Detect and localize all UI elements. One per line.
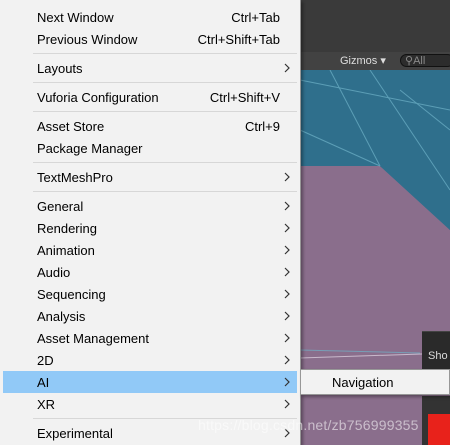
chevron-right-icon — [284, 289, 290, 299]
menu-item-textmeshpro[interactable]: TextMeshPro — [3, 166, 297, 188]
chevron-right-icon — [284, 333, 290, 343]
search-placeholder: All — [413, 55, 426, 67]
menu-item-shortcut: Ctrl+Shift+V — [209, 90, 280, 105]
menu-separator — [33, 111, 297, 112]
menu-item-xr[interactable]: XR — [3, 393, 297, 415]
menu-item-label: Analysis — [37, 309, 86, 324]
menu-item-shortcut: Ctrl+Tab — [231, 10, 280, 25]
menu-item-next-window[interactable]: Next Window Ctrl+Tab — [3, 6, 297, 28]
chevron-right-icon — [284, 355, 290, 365]
menu-item-label: Layouts — [37, 61, 83, 76]
chevron-right-icon — [284, 172, 290, 182]
menu-item-navigation[interactable]: Navigation — [304, 372, 448, 392]
panel-label: Sho — [428, 350, 448, 362]
menu-item-shortcut: Ctrl+Shift+Tab — [197, 32, 280, 47]
red-object — [428, 414, 450, 445]
menu-item-label: XR — [37, 397, 56, 412]
menu-item-label: Asset Store — [37, 119, 105, 134]
menu-item-label: Audio — [37, 265, 71, 280]
menu-item-general[interactable]: General — [3, 195, 297, 217]
menu-item-label: General — [37, 199, 84, 214]
chevron-right-icon — [284, 245, 290, 255]
menu-item-label: Experimental — [37, 426, 113, 441]
chevron-right-icon — [284, 377, 290, 387]
chevron-right-icon — [284, 201, 290, 211]
menu-item-package-manager[interactable]: Package Manager — [3, 137, 297, 159]
menu-item-animation[interactable]: Animation — [3, 239, 297, 261]
search-icon: ⚲ — [405, 55, 414, 67]
menu-item-label: 2D — [37, 353, 54, 368]
chevron-right-icon — [284, 63, 290, 73]
menu-item-label: Asset Management — [37, 331, 150, 346]
menu-item-audio[interactable]: Audio — [3, 261, 297, 283]
watermark-text: https://blog.csdn.net/zb756999355 — [198, 417, 419, 433]
ai-submenu: Navigation — [300, 369, 450, 395]
menu-item-label: Package Manager — [37, 141, 143, 156]
menu-separator — [33, 191, 297, 192]
menu-item-layouts[interactable]: Layouts — [3, 57, 297, 79]
chevron-right-icon — [284, 223, 290, 233]
menu-item-ai[interactable]: AI — [3, 371, 297, 393]
menu-separator — [33, 82, 297, 83]
menu-item-label: Vuforia Configuration — [37, 90, 159, 105]
menu-item-label: TextMeshPro — [37, 170, 113, 185]
scene-search-input[interactable]: ⚲All — [400, 54, 450, 67]
chevron-right-icon — [284, 311, 290, 321]
menu-item-label: Rendering — [37, 221, 97, 236]
menu-item-label: Next Window — [37, 10, 114, 25]
chevron-right-icon — [284, 267, 290, 277]
menu-item-asset-management[interactable]: Asset Management — [3, 327, 297, 349]
menu-item-label: AI — [37, 375, 50, 390]
menu-item-label: Navigation — [332, 375, 394, 390]
menu-item-asset-store[interactable]: Asset Store Ctrl+9 — [3, 115, 297, 137]
menu-item-previous-window[interactable]: Previous Window Ctrl+Shift+Tab — [3, 28, 297, 50]
menu-item-shortcut: Ctrl+9 — [244, 119, 280, 134]
chevron-right-icon — [284, 399, 290, 409]
menu-item-2d[interactable]: 2D — [3, 349, 297, 371]
window-menu: Next Window Ctrl+Tab Previous Window Ctr… — [0, 0, 301, 445]
menu-separator — [33, 53, 297, 54]
menu-separator — [33, 162, 297, 163]
menu-item-label: Animation — [37, 243, 95, 258]
menu-item-analysis[interactable]: Analysis — [3, 305, 297, 327]
menu-item-rendering[interactable]: Rendering — [3, 217, 297, 239]
gizmos-dropdown[interactable]: Gizmos ▾ — [340, 53, 386, 69]
menu-item-sequencing[interactable]: Sequencing — [3, 283, 297, 305]
menu-item-label: Sequencing — [37, 287, 106, 302]
menu-item-label: Previous Window — [37, 32, 138, 47]
menu-item-vuforia-configuration[interactable]: Vuforia Configuration Ctrl+Shift+V — [3, 86, 297, 108]
